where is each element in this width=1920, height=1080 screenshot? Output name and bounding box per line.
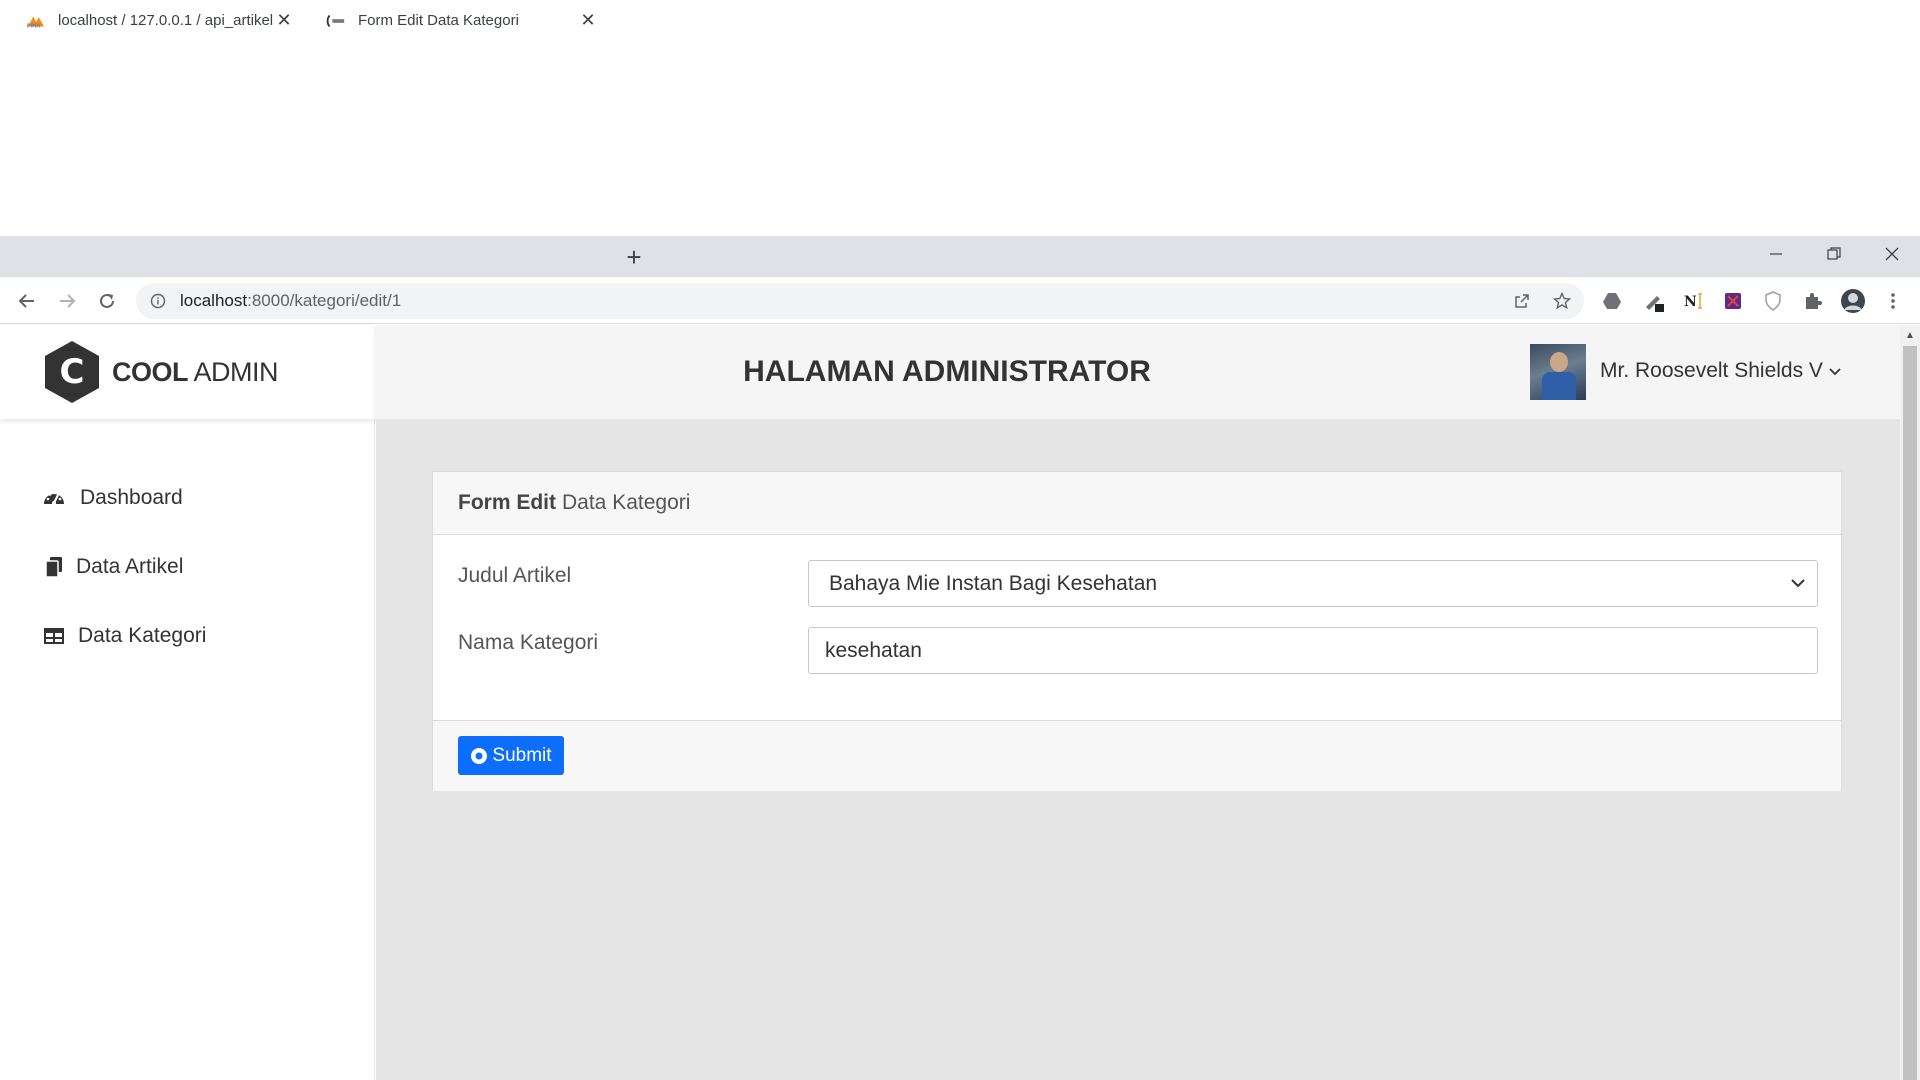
- browser-tabbar: [0, 236, 1920, 277]
- site-favicon-icon: [326, 11, 346, 31]
- browser-tab-phpmyadmin[interactable]: PMA localhost / 127.0.0.1 / api_artikel …: [10, 0, 306, 41]
- url-host: localhost: [180, 291, 248, 310]
- submit-button[interactable]: Submit: [458, 736, 564, 775]
- phpmyadmin-icon: PMA: [26, 11, 46, 31]
- close-tab-icon[interactable]: ✕: [274, 10, 294, 31]
- tachometer-icon: [42, 486, 66, 510]
- close-tab-icon[interactable]: ✕: [578, 10, 598, 31]
- submit-label: Submit: [492, 744, 552, 766]
- close-window-icon[interactable]: [1864, 236, 1920, 272]
- sidebar-item-label: Data Artikel: [76, 555, 184, 578]
- address-bar[interactable]: localhost:8000/kategori/edit/1: [136, 283, 1584, 319]
- shield-extension-icon[interactable]: [1759, 287, 1787, 315]
- card-footer: Submit: [433, 720, 1841, 791]
- logo-light: ADMIN: [193, 356, 279, 387]
- sidebar-item-label: Dashboard: [80, 486, 183, 509]
- url-text: localhost:8000/kategori/edit/1: [180, 291, 401, 311]
- judul-artikel-select[interactable]: Bahaya Mie Instan Bagi Kesehatan: [808, 560, 1818, 607]
- restore-icon[interactable]: [1806, 236, 1862, 272]
- chevron-down-icon: [1829, 363, 1841, 379]
- user-name: Mr. Roosevelt Shields V: [1600, 359, 1823, 382]
- logo-hexagon-icon: C: [42, 339, 102, 405]
- notion-extension-icon[interactable]: N: [1680, 287, 1708, 315]
- tab-title: Form Edit Data Kategori: [358, 12, 519, 29]
- open-in-app-icon[interactable]: [1508, 287, 1536, 315]
- form-card: Form Edit Data Kategori Judul Artikel Ba…: [432, 471, 1842, 791]
- scroll-up-arrow-icon[interactable]: ▲: [1903, 328, 1917, 342]
- judul-artikel-label: Judul Artikel: [458, 564, 572, 587]
- picker-extension-icon[interactable]: [1640, 287, 1668, 315]
- avatar[interactable]: [1530, 344, 1586, 400]
- minimize-icon[interactable]: [1748, 236, 1804, 272]
- logo-text: COOL ADMIN: [112, 356, 279, 388]
- nama-kategori-label: Nama Kategori: [458, 631, 599, 654]
- chrome-menu-icon[interactable]: [1879, 287, 1907, 315]
- reload-icon[interactable]: [91, 285, 123, 317]
- svg-text:N: N: [1684, 294, 1697, 310]
- site-info-icon[interactable]: [148, 291, 168, 311]
- profile-avatar-icon[interactable]: [1839, 287, 1867, 315]
- logo-letter: C: [60, 352, 85, 392]
- logo-bold: COOL: [112, 356, 189, 387]
- user-menu-toggle[interactable]: Mr. Roosevelt Shields V: [1600, 355, 1841, 387]
- svg-text:PMA: PMA: [27, 23, 41, 29]
- nama-kategori-input[interactable]: kesehatan: [808, 627, 1818, 674]
- sidebar-item-data-artikel[interactable]: Data Artikel: [0, 547, 375, 587]
- logo[interactable]: C COOL ADMIN: [0, 325, 375, 419]
- card-title-bold: Form Edit: [458, 491, 556, 514]
- chevron-down-icon: [1791, 575, 1805, 591]
- avatar-body: [1542, 372, 1576, 400]
- new-tab-icon[interactable]: +: [620, 242, 648, 272]
- table-icon: [42, 624, 66, 648]
- sidebar-item-label: Data Kategori: [78, 624, 207, 647]
- browser-tab-active[interactable]: Form Edit Data Kategori ✕: [310, 0, 610, 41]
- bookmark-star-icon[interactable]: [1548, 287, 1576, 315]
- card-title-rest: Data Kategori: [562, 491, 691, 514]
- sidebar-item-data-kategori[interactable]: Data Kategori: [0, 616, 375, 656]
- copy-icon: [42, 555, 66, 579]
- drive-extension-icon[interactable]: [1598, 287, 1626, 315]
- card-header: Form Edit Data Kategori: [433, 472, 1841, 535]
- url-path: :8000/kategori/edit/1: [247, 291, 402, 310]
- forward-icon[interactable]: [51, 285, 83, 317]
- scrollbar-thumb[interactable]: [1903, 346, 1917, 1080]
- page-title: HALAMAN ADMINISTRATOR: [743, 355, 1151, 388]
- purple-extension-icon[interactable]: [1719, 287, 1747, 315]
- input-value: kesehatan: [825, 638, 922, 662]
- puzzle-extensions-icon[interactable]: [1799, 287, 1827, 315]
- sidebar-item-dashboard[interactable]: Dashboard: [0, 478, 375, 518]
- avatar-face: [1550, 352, 1568, 372]
- selected-option: Bahaya Mie Instan Bagi Kesehatan: [829, 571, 1158, 595]
- sidebar: [0, 325, 375, 1080]
- back-icon[interactable]: [11, 285, 43, 317]
- tab-title: localhost / 127.0.0.1 / api_artikel: [58, 12, 274, 29]
- dot-circle-icon: [470, 747, 488, 765]
